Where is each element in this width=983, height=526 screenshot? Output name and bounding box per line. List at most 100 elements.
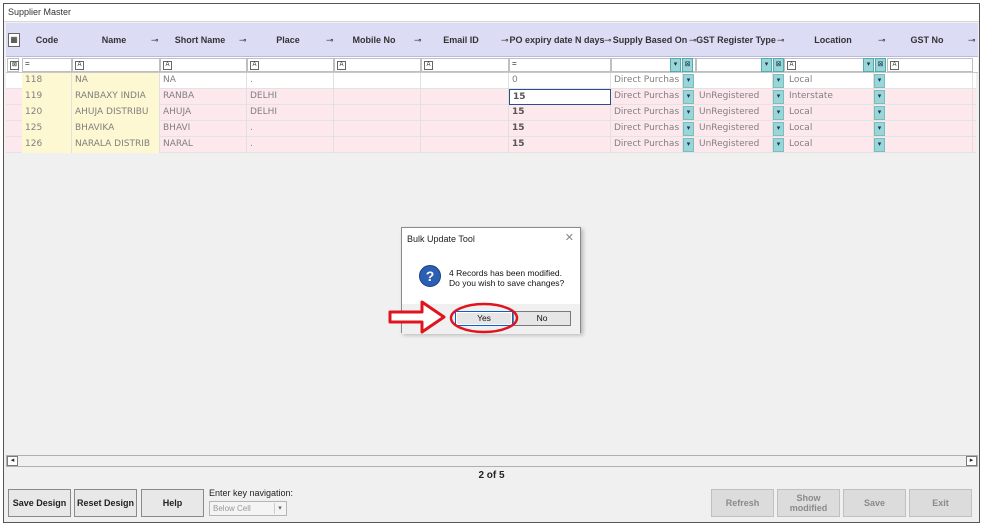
cell-place[interactable]: DELHI	[247, 105, 334, 121]
dropdown-arrow-icon[interactable]: ▾	[874, 122, 885, 136]
column-header-place[interactable]: Place	[247, 23, 329, 57]
dropdown-arrow-icon[interactable]: ▾	[683, 74, 694, 88]
cell-gst-register-type[interactable]: UnRegistered	[696, 89, 773, 105]
filter-name[interactable]: A	[72, 58, 160, 72]
table-row[interactable]: 118 NA NA . 0 Direct Purchas ▾ ▾ Local ▾	[6, 73, 976, 89]
dropdown-arrow-icon[interactable]: ▾	[874, 106, 885, 120]
pin-icon[interactable]: ⊸	[968, 35, 976, 46]
cell-po-expiry[interactable]: 0	[509, 73, 611, 89]
refresh-button[interactable]: Refresh	[711, 489, 774, 517]
dropdown-arrow-icon[interactable]: ▾	[670, 58, 681, 72]
cell-gst-no[interactable]	[887, 73, 973, 89]
clear-filter-icon[interactable]: ⊠	[875, 58, 886, 72]
cell-email[interactable]	[421, 105, 509, 121]
scroll-right-icon[interactable]: ▸	[966, 456, 977, 466]
cell-gst-register-type[interactable]: UnRegistered	[696, 105, 773, 121]
dropdown-arrow-icon[interactable]: ▾	[761, 58, 772, 72]
clear-filter-icon[interactable]: ⊠	[773, 58, 784, 72]
no-button[interactable]: No	[513, 311, 571, 326]
table-row[interactable]: 119 RANBAXY INDIA RANBA DELHI 15 Direct …	[6, 89, 976, 105]
column-header-gst-no[interactable]: GST No	[886, 23, 968, 57]
column-header-po-expiry[interactable]: PO expiry date N days	[509, 23, 605, 57]
help-button[interactable]: Help	[141, 489, 204, 517]
cell-gst-register-type[interactable]: UnRegistered	[696, 121, 773, 137]
column-header-gst-register-type[interactable]: GST Register Type	[696, 23, 776, 57]
cell-mobile[interactable]	[334, 73, 421, 89]
cell-code[interactable]: 119	[22, 89, 72, 105]
table-row[interactable]: 120 AHUJA DISTRIBU AHUJA DELHI 15 Direct…	[6, 105, 976, 121]
cell-email[interactable]	[421, 121, 509, 137]
cell-supply-based-on[interactable]: Direct Purchas	[611, 73, 683, 89]
cell-name[interactable]: NA	[72, 73, 160, 89]
cell-location[interactable]: Local	[786, 121, 874, 137]
close-icon[interactable]: ✕	[565, 231, 574, 244]
filter-mobile[interactable]: A	[334, 58, 421, 72]
dropdown-arrow-icon[interactable]: ▾	[773, 138, 784, 152]
dropdown-arrow-icon[interactable]: ▾	[683, 90, 694, 104]
clear-filter-icon[interactable]: ⊠	[682, 58, 693, 72]
dropdown-arrow-icon[interactable]: ▾	[874, 138, 885, 152]
cell-location[interactable]: Local	[786, 137, 874, 153]
exit-button[interactable]: Exit	[909, 489, 972, 517]
cell-gst-no[interactable]	[887, 137, 973, 153]
cell-name[interactable]: BHAVIKA	[72, 121, 160, 137]
enter-key-navigation-select[interactable]: Below Cell ▾	[209, 501, 287, 516]
filter-email[interactable]: A	[421, 58, 509, 72]
dropdown-arrow-icon[interactable]: ▾	[773, 122, 784, 136]
cell-mobile[interactable]	[334, 105, 421, 121]
cell-name[interactable]: AHUJA DISTRIBU	[72, 105, 160, 121]
dropdown-arrow-icon[interactable]: ▾	[863, 58, 874, 72]
dropdown-arrow-icon[interactable]: ▾	[683, 138, 694, 152]
cell-po-expiry[interactable]: 15	[509, 137, 611, 153]
cell-po-expiry[interactable]: 15	[509, 89, 611, 105]
cell-place[interactable]: DELHI	[247, 89, 334, 105]
column-header-name[interactable]: Name	[72, 23, 156, 57]
cell-location[interactable]: Local	[786, 73, 874, 89]
cell-mobile[interactable]	[334, 121, 421, 137]
save-button[interactable]: Save	[843, 489, 906, 517]
cell-location[interactable]: Interstate	[786, 89, 874, 105]
yes-button[interactable]: Yes	[455, 311, 513, 326]
filter-gst-no[interactable]: A	[887, 58, 973, 72]
cell-gst-no[interactable]	[887, 89, 973, 105]
filter-short-name[interactable]: A	[160, 58, 247, 72]
pin-icon[interactable]: ⊸	[501, 35, 509, 46]
dropdown-arrow-icon[interactable]: ▾	[773, 106, 784, 120]
cell-short-name[interactable]: NA	[160, 73, 247, 89]
reset-design-button[interactable]: Reset Design	[74, 489, 137, 517]
cell-place[interactable]: .	[247, 73, 334, 89]
cell-email[interactable]	[421, 137, 509, 153]
column-header-supply-based-on[interactable]: Supply Based On	[611, 23, 689, 57]
table-row[interactable]: 125 BHAVIKA BHAVI . 15 Direct Purchas ▾ …	[6, 121, 976, 137]
column-header-short-name[interactable]: Short Name	[160, 23, 240, 57]
show-modified-button[interactable]: Show modified	[777, 489, 840, 517]
cell-code[interactable]: 118	[22, 73, 72, 89]
cell-gst-no[interactable]	[887, 121, 973, 137]
cell-supply-based-on[interactable]: Direct Purchas	[611, 121, 683, 137]
column-header-location[interactable]: Location	[784, 23, 882, 57]
cell-gst-no[interactable]	[887, 105, 973, 121]
pin-icon[interactable]: ⊸	[151, 35, 159, 46]
cell-place[interactable]: .	[247, 121, 334, 137]
cell-code[interactable]: 126	[22, 137, 72, 153]
dropdown-arrow-icon[interactable]: ▾	[773, 74, 784, 88]
dropdown-arrow-icon[interactable]: ▾	[773, 90, 784, 104]
save-design-button[interactable]: Save Design	[8, 489, 71, 517]
cell-short-name[interactable]: RANBA	[160, 89, 247, 105]
scroll-left-icon[interactable]: ◂	[7, 456, 18, 466]
cell-mobile[interactable]	[334, 89, 421, 105]
dropdown-arrow-icon[interactable]: ▾	[683, 122, 694, 136]
layout-icon[interactable]: ▦	[8, 33, 20, 47]
cell-email[interactable]	[421, 73, 509, 89]
cell-supply-based-on[interactable]: Direct Purchas	[611, 105, 683, 121]
cell-email[interactable]	[421, 89, 509, 105]
cell-name[interactable]: RANBAXY INDIA	[72, 89, 160, 105]
pin-icon[interactable]: ⊸	[878, 35, 886, 46]
cell-place[interactable]: .	[247, 137, 334, 153]
cell-supply-based-on[interactable]: Direct Purchas	[611, 89, 683, 105]
dropdown-arrow-icon[interactable]: ▾	[683, 106, 694, 120]
filter-code[interactable]: =	[22, 58, 72, 72]
horizontal-scrollbar[interactable]: ◂ ▸	[6, 455, 978, 467]
cell-supply-based-on[interactable]: Direct Purchas	[611, 137, 683, 153]
filter-po-expiry[interactable]: =	[509, 58, 611, 72]
